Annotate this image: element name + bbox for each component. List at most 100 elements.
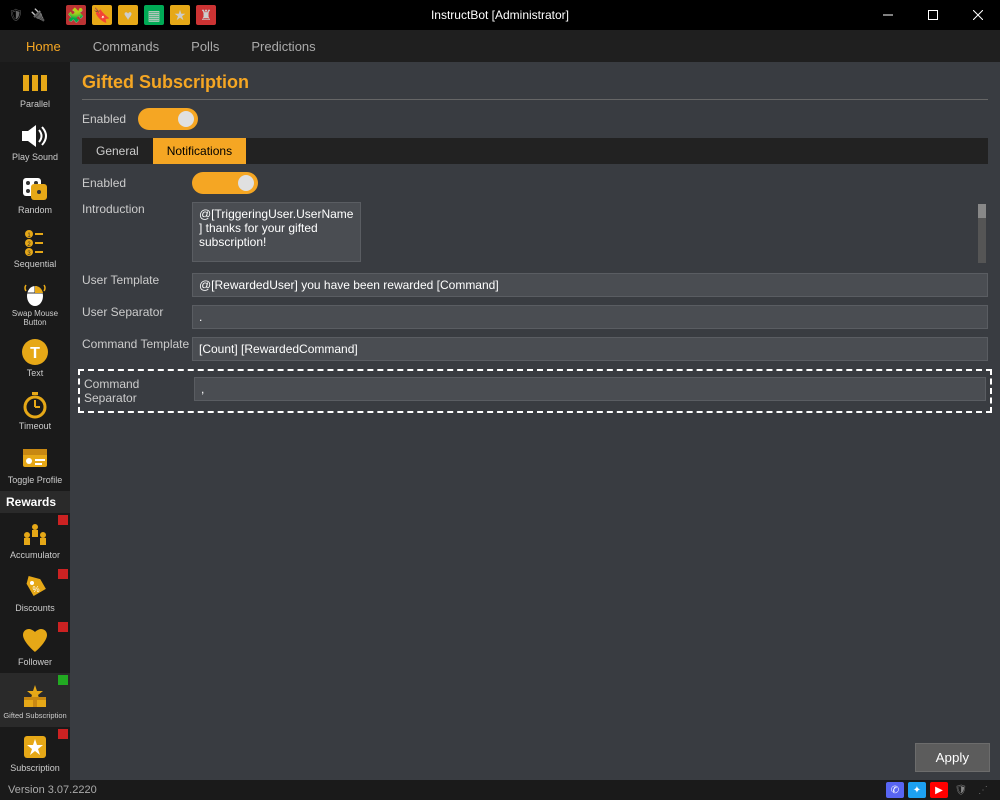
sidebar-item-label: Text: [27, 369, 44, 379]
status-marker-icon: [58, 729, 68, 739]
title-bar: 🛡 🔌 🧩 🔖 ♥ ▦ ★ ♜ InstructBot [Administrat…: [0, 0, 1000, 30]
svg-text:%: %: [32, 585, 39, 594]
sidebar-item-timeout[interactable]: Timeout: [0, 385, 70, 438]
toggle-knob-icon: [238, 175, 254, 191]
enabled-label: Enabled: [82, 112, 138, 126]
notifications-enabled-label: Enabled: [82, 176, 192, 190]
user-separator-label: User Separator: [82, 305, 192, 319]
sidebar-item-label: Accumulator: [10, 551, 60, 561]
text-icon: T: [19, 337, 51, 367]
user-template-input[interactable]: [192, 273, 988, 297]
sound-icon: [19, 121, 51, 151]
menu-predictions[interactable]: Predictions: [235, 31, 331, 62]
notifications-enabled-toggle[interactable]: [192, 172, 258, 194]
sidebar-item-label: Swap Mouse Button: [2, 310, 68, 328]
sidebar-item-random[interactable]: Random: [0, 169, 70, 222]
menu-commands[interactable]: Commands: [77, 31, 175, 62]
sidebar-item-parallel[interactable]: Parallel: [0, 62, 70, 115]
menu-polls[interactable]: Polls: [175, 31, 235, 62]
status-icons: ✆ ✦ ▶ 🛡 ⋰: [886, 782, 992, 798]
status-marker-icon: [58, 569, 68, 579]
sidebar-rewards-header: Rewards: [0, 491, 70, 513]
sidebar-item-label: Follower: [18, 658, 52, 668]
sidebar-item-label: Random: [18, 206, 52, 216]
sidebar-item-gifted-subscription[interactable]: Gifted Subscription: [0, 673, 70, 726]
command-separator-highlight: Command Separator: [78, 369, 992, 413]
menu-bar: Home Commands Polls Predictions: [0, 30, 1000, 62]
app-icon-4[interactable]: ▦: [144, 5, 164, 25]
sidebar-item-accumulator[interactable]: Accumulator: [0, 513, 70, 566]
page-title: Gifted Subscription: [82, 72, 988, 100]
version-label: Version 3.07.2220: [8, 784, 97, 796]
sidebar-item-label: Gifted Subscription: [3, 712, 66, 720]
parallel-icon: [19, 68, 51, 98]
status-marker-icon: [58, 675, 68, 685]
command-template-input[interactable]: [192, 337, 988, 361]
sidebar-item-toggle-profile[interactable]: Toggle Profile: [0, 438, 70, 491]
sidebar-item-label: Discounts: [15, 604, 55, 614]
accumulator-icon: [19, 519, 51, 549]
app-logo-icon[interactable]: 🛡: [952, 782, 970, 798]
sequential-icon: 123: [19, 228, 51, 258]
status-marker-icon: [58, 515, 68, 525]
app-icon-1[interactable]: 🧩: [66, 5, 86, 25]
app-icon-2[interactable]: 🔖: [92, 5, 112, 25]
plug-icon: 🔌: [30, 7, 46, 23]
tab-bar: General Notifications: [82, 138, 988, 164]
discord-icon[interactable]: ✆: [886, 782, 904, 798]
titlebar-status-icons: 🛡 🔌: [0, 7, 46, 23]
sidebar-item-text[interactable]: T Text: [0, 331, 70, 384]
user-template-label: User Template: [82, 273, 192, 287]
sidebar-item-label: Subscription: [10, 764, 60, 774]
gift-icon: [19, 680, 51, 710]
tab-general[interactable]: General: [82, 138, 153, 164]
profile-icon: [19, 444, 51, 474]
menu-home[interactable]: Home: [10, 31, 77, 62]
heart-icon: [19, 626, 51, 656]
tab-notifications[interactable]: Notifications: [153, 138, 246, 164]
sidebar-item-label: Timeout: [19, 422, 51, 432]
status-marker-icon: [58, 622, 68, 632]
command-separator-label: Command Separator: [84, 377, 194, 405]
close-button[interactable]: [955, 0, 1000, 30]
sidebar-item-label: Parallel: [20, 100, 50, 110]
content-area: Gifted Subscription Enabled General Noti…: [70, 62, 1000, 780]
app-icon-3[interactable]: ♥: [118, 5, 138, 25]
star-icon: [19, 732, 51, 762]
sidebar-item-label: Toggle Profile: [8, 476, 63, 486]
app-icon-5[interactable]: ★: [170, 5, 190, 25]
sidebar-item-sequential[interactable]: 123 Sequential: [0, 222, 70, 275]
twitter-icon[interactable]: ✦: [908, 782, 926, 798]
window-controls: [865, 0, 1000, 30]
mouse-icon: [19, 279, 51, 307]
toggle-knob-icon: [178, 111, 194, 127]
resize-grip-icon[interactable]: ⋰: [974, 782, 992, 798]
sidebar: Parallel Play Sound Random 123 Sequentia…: [0, 62, 70, 780]
discounts-icon: %: [19, 572, 51, 602]
enabled-toggle[interactable]: [138, 108, 198, 130]
sidebar-item-subscription[interactable]: Subscription: [0, 727, 70, 780]
command-template-label: Command Template: [82, 337, 192, 351]
youtube-icon[interactable]: ▶: [930, 782, 948, 798]
introduction-input[interactable]: [192, 202, 361, 262]
status-bar: Version 3.07.2220 ✆ ✦ ▶ 🛡 ⋰: [0, 780, 1000, 800]
command-separator-input[interactable]: [194, 377, 986, 401]
sidebar-item-swap-mouse[interactable]: Swap Mouse Button: [0, 275, 70, 331]
dice-icon: [19, 174, 51, 204]
apply-button[interactable]: Apply: [915, 743, 990, 772]
user-separator-input[interactable]: [192, 305, 988, 329]
svg-text:T: T: [30, 345, 40, 362]
sidebar-item-label: Play Sound: [12, 153, 58, 163]
sidebar-item-play-sound[interactable]: Play Sound: [0, 115, 70, 168]
sidebar-item-label: Sequential: [14, 260, 57, 270]
minimize-button[interactable]: [865, 0, 910, 30]
app-icon-6[interactable]: ♜: [196, 5, 216, 25]
sidebar-item-follower[interactable]: Follower: [0, 620, 70, 673]
shield-icon: 🛡: [8, 7, 24, 23]
introduction-label: Introduction: [82, 202, 192, 216]
scrollbar[interactable]: [978, 204, 986, 263]
timeout-icon: [19, 390, 51, 420]
sidebar-item-discounts[interactable]: % Discounts: [0, 567, 70, 620]
maximize-button[interactable]: [910, 0, 955, 30]
titlebar-app-icons: 🧩 🔖 ♥ ▦ ★ ♜: [66, 5, 216, 25]
